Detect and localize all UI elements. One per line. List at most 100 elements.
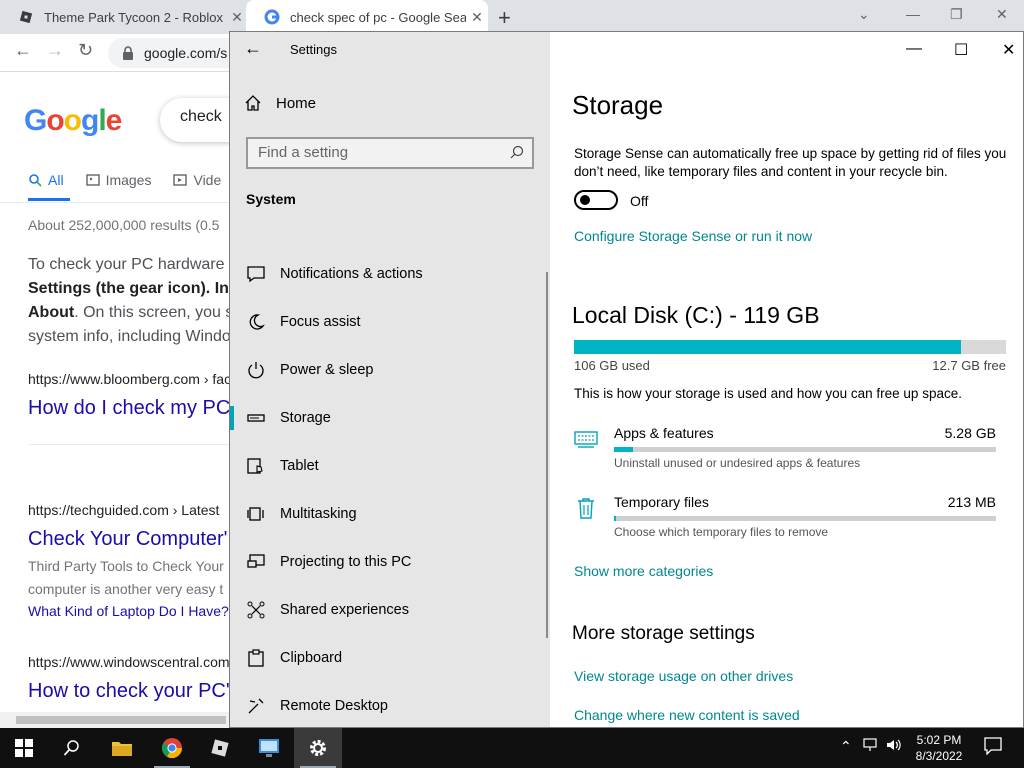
tab-roblox[interactable]: Theme Park Tycoon 2 - Roblox ✕: [0, 0, 248, 34]
close-icon[interactable]: ✕: [996, 6, 1008, 23]
home-label: Home: [276, 94, 317, 112]
nav-item-notifications-actions[interactable]: Notifications & actions: [230, 250, 546, 298]
used-space-label: 106 GB used: [574, 358, 650, 373]
nav-item-label: Tablet: [280, 458, 319, 474]
forward-icon[interactable]: →: [46, 40, 64, 61]
result-title-link[interactable]: How to check your PC': [28, 680, 230, 703]
more-storage-heading: More storage settings: [572, 623, 755, 644]
result-title-link[interactable]: Check Your Computer': [28, 528, 227, 551]
tab-label: Images: [105, 172, 152, 188]
tab-close-icon[interactable]: ✕: [466, 9, 488, 26]
section-heading: System: [246, 191, 296, 207]
featured-snippet-line: To check your PC hardware: [28, 256, 225, 273]
nav-item-label: Power & sleep: [280, 362, 374, 378]
settings-taskbar-button[interactable]: [294, 728, 342, 768]
category-description: Uninstall unused or undesired apps & fea…: [614, 456, 861, 470]
result-sublink[interactable]: What Kind of Laptop Do I Have?: [28, 603, 229, 619]
category-bar-fill: [614, 447, 634, 452]
video-icon: [173, 174, 188, 186]
divider: [0, 202, 230, 203]
nav-item-focus-assist[interactable]: Focus assist: [230, 298, 546, 346]
chevron-up-icon[interactable]: ⌃: [840, 738, 852, 755]
nav-item-storage[interactable]: Storage: [230, 394, 546, 442]
result-cite: https://techguided.com › Latest: [28, 502, 220, 518]
nav-item-label: Remote Desktop: [280, 698, 388, 714]
storage-info-text: This is how your storage is used and how…: [574, 386, 962, 401]
taskbar: ⌃ 5:02 PM 8/3/2022: [0, 728, 1024, 768]
nav-scrollbar[interactable]: [546, 272, 548, 638]
result-title-link[interactable]: How do I check my PC: [28, 397, 230, 420]
nav-item-multitasking[interactable]: Multitasking: [230, 490, 546, 538]
category-apps-features[interactable]: Apps & features 5.28 GB Uninstall unused…: [574, 425, 1006, 477]
category-size: 5.28 GB: [944, 425, 996, 441]
minimize-icon[interactable]: —: [906, 40, 922, 58]
result-snippet: computer is another very easy t: [28, 581, 224, 597]
close-icon[interactable]: ✕: [1002, 40, 1015, 60]
back-icon[interactable]: ←: [14, 40, 32, 61]
show-more-categories-link[interactable]: Show more categories: [574, 563, 713, 579]
active-tab-underline: [28, 198, 70, 201]
page-title: Storage: [572, 90, 664, 120]
chrome-icon: [162, 738, 183, 759]
roblox-button[interactable]: [196, 728, 244, 768]
category-bar-fill: [614, 516, 617, 521]
storage-icon: [246, 408, 266, 428]
network-icon[interactable]: [862, 738, 878, 755]
tab-videos[interactable]: Vide: [173, 172, 221, 188]
view-other-drives-link[interactable]: View storage usage on other drives: [574, 668, 793, 684]
configure-storage-sense-link[interactable]: Configure Storage Sense or run it now: [574, 228, 812, 244]
tab-google-search[interactable]: check spec of pc - Google Search ✕: [246, 0, 488, 34]
tab-all[interactable]: All: [28, 172, 64, 188]
result-cite: https://www.windowscentral.com: [28, 654, 230, 670]
control-panel-button[interactable]: [245, 728, 293, 768]
home-nav-item[interactable]: Home: [244, 94, 316, 112]
nav-item-clipboard[interactable]: Clipboard: [230, 634, 546, 682]
image-icon: [85, 174, 100, 186]
category-name: Apps & features: [614, 425, 714, 441]
scrollbar-thumb[interactable]: [16, 716, 226, 724]
reload-icon[interactable]: ↻: [78, 40, 93, 61]
google-logo[interactable]: Google: [24, 104, 122, 138]
multitasking-icon: [246, 504, 266, 524]
nav-item-remote-desktop[interactable]: Remote Desktop: [230, 682, 546, 727]
home-icon: [245, 95, 261, 111]
start-button[interactable]: [0, 728, 48, 768]
volume-icon[interactable]: [886, 738, 902, 755]
nav-item-projecting-to-this-pc[interactable]: Projecting to this PC: [230, 538, 546, 586]
nav-item-power-sleep[interactable]: Power & sleep: [230, 346, 546, 394]
gear-icon: [310, 740, 326, 756]
google-search-tabs: All Images Vide: [28, 172, 243, 188]
back-arrow-icon[interactable]: ←: [244, 38, 262, 59]
storage-page: — ☐ ✕ Storage Storage Sense can automati…: [550, 32, 1023, 727]
notifications-icon[interactable]: [984, 737, 1002, 758]
chrome-button[interactable]: [148, 728, 196, 768]
restore-icon[interactable]: ❐: [950, 6, 963, 23]
horizontal-scrollbar[interactable]: [0, 712, 230, 728]
nav-item-label: Shared experiences: [280, 602, 409, 618]
category-name: Temporary files: [614, 494, 709, 510]
new-tab-icon[interactable]: +: [498, 5, 511, 31]
clipboard-icon: [246, 648, 266, 668]
nav-item-shared-experiences[interactable]: Shared experiences: [230, 586, 546, 634]
maximize-icon[interactable]: ☐: [954, 40, 968, 60]
chevron-down-icon[interactable]: ⌄: [858, 6, 870, 23]
free-space-label: 12.7 GB free: [932, 358, 1006, 373]
category-temporary-files[interactable]: Temporary files 213 MB Choose which temp…: [574, 494, 1006, 546]
storage-sense-toggle[interactable]: [574, 190, 618, 210]
settings-titlebar: ← Settings: [230, 32, 550, 66]
file-explorer-button[interactable]: [98, 728, 146, 768]
tablet-icon: [246, 456, 266, 476]
nav-item-tablet[interactable]: Tablet: [230, 442, 546, 490]
nav-item-label: Multitasking: [280, 506, 357, 522]
tab-images[interactable]: Images: [85, 172, 152, 188]
minimize-icon[interactable]: —: [906, 6, 920, 22]
toggle-knob: [580, 195, 590, 205]
clock[interactable]: 5:02 PM 8/3/2022: [906, 732, 972, 764]
find-setting-input[interactable]: Find a setting: [246, 137, 534, 169]
moon-icon: [246, 312, 266, 332]
change-new-content-link[interactable]: Change where new content is saved: [574, 707, 800, 723]
featured-snippet-line: About. On this screen, you s: [28, 301, 233, 325]
clock-date: 8/3/2022: [915, 749, 963, 763]
search-button[interactable]: [48, 728, 96, 768]
tab-close-icon[interactable]: ✕: [226, 9, 248, 26]
